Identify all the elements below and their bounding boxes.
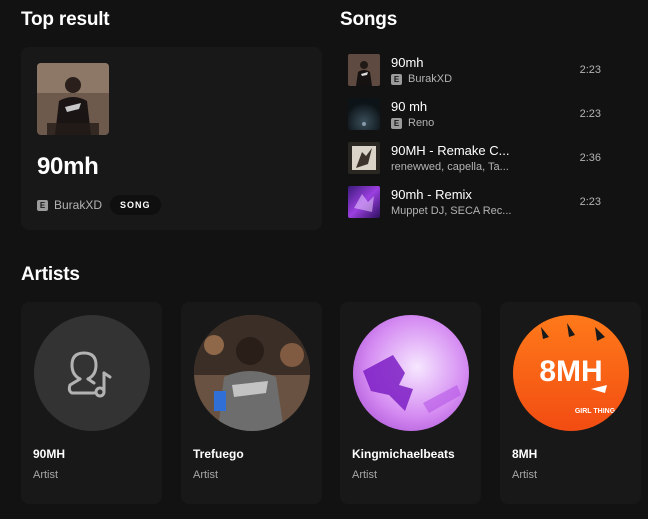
song-row[interactable]: 90mh - Remix Muppet DJ, SECA Rec... 2:23 [345, 182, 635, 222]
artist-name[interactable]: Trefuego [193, 447, 244, 461]
artist-name[interactable]: Kingmichaelbeats [352, 447, 455, 461]
song-row[interactable]: 90mh E BurakXD 2:23 [345, 50, 635, 90]
song-subtitle: E Reno [391, 117, 434, 129]
song-row[interactable]: 90 mh E Reno 2:23 [345, 94, 635, 134]
top-result-title[interactable]: 90mh [37, 153, 99, 181]
song-title[interactable]: 90mh [391, 55, 424, 70]
songs-heading[interactable]: Songs [340, 9, 397, 31]
song-row[interactable]: 90MH - Remake C... renewwed, capella, Ta… [345, 138, 635, 178]
artist-type: Artist [352, 469, 378, 481]
artist-name[interactable]: 8MH [512, 447, 537, 461]
song-title[interactable]: 90MH - Remake C... [391, 143, 509, 158]
artist-image [353, 315, 469, 431]
artist-card[interactable]: 90MH Artist [21, 302, 162, 504]
top-result-album-art [37, 63, 109, 135]
song-artist[interactable]: renewwed, capella, Ta... [391, 161, 509, 173]
song-album-art [348, 142, 380, 174]
song-duration: 2:23 [579, 64, 601, 76]
song-title[interactable]: 90mh - Remix [391, 187, 472, 202]
artist-card[interactable]: 8MH GIRL THING 8MH Artist [500, 302, 641, 504]
artists-heading[interactable]: Artists [21, 264, 80, 286]
artist-card[interactable]: Trefuego Artist [181, 302, 322, 504]
song-subtitle: E BurakXD [391, 73, 452, 85]
type-badge: SONG [110, 195, 161, 215]
artist-image: 8MH GIRL THING [513, 315, 629, 431]
song-subtitle: Muppet DJ, SECA Rec... [391, 205, 511, 217]
song-duration: 2:23 [579, 196, 601, 208]
song-album-art [348, 54, 380, 86]
artist-type: Artist [33, 469, 59, 481]
explicit-icon: E [37, 199, 48, 211]
song-artist[interactable]: BurakXD [408, 73, 452, 85]
song-album-art [348, 186, 380, 218]
song-duration: 2:23 [579, 108, 601, 120]
artist-card[interactable]: Kingmichaelbeats Artist [340, 302, 481, 504]
explicit-icon: E [391, 117, 402, 129]
top-result-meta: E BurakXD SONG [37, 195, 161, 215]
song-duration: 2:36 [579, 152, 601, 164]
song-artist[interactable]: Reno [408, 117, 434, 129]
song-subtitle: renewwed, capella, Ta... [391, 161, 509, 173]
artist-type: Artist [193, 469, 219, 481]
artist-image [34, 315, 150, 431]
song-artist[interactable]: Muppet DJ, SECA Rec... [391, 205, 511, 217]
song-album-art [348, 98, 380, 130]
artist-image [194, 315, 310, 431]
top-result-heading: Top result [21, 9, 110, 30]
artist-name[interactable]: 90MH [33, 447, 65, 461]
artist-art-subtext: GIRL THING [575, 408, 616, 415]
top-result-card[interactable]: 90mh E BurakXD SONG [21, 47, 322, 230]
explicit-icon: E [391, 73, 402, 85]
top-result-artist[interactable]: BurakXD [54, 198, 102, 212]
song-title[interactable]: 90 mh [391, 99, 427, 114]
artist-type: Artist [512, 469, 538, 481]
artist-art-text: 8MH [539, 355, 602, 388]
artist-placeholder-icon [67, 351, 112, 398]
